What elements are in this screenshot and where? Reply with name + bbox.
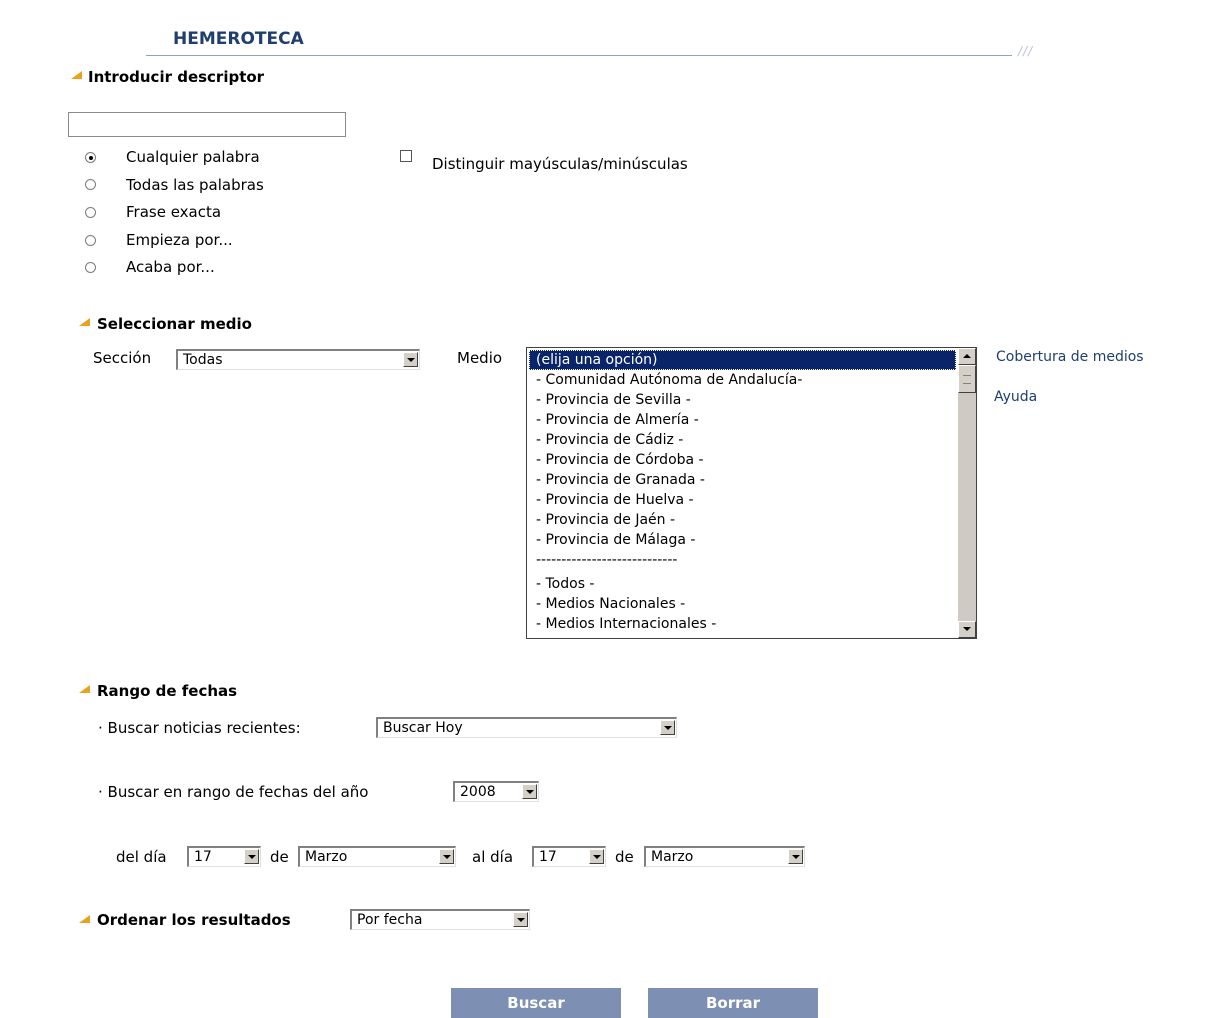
list-item[interactable]: - Medios Internacionales -	[529, 614, 716, 634]
scroll-down-icon[interactable]	[958, 621, 976, 638]
title-divider	[146, 55, 1012, 56]
list-item[interactable]: - Todos -	[529, 574, 595, 594]
radio-cualquier-palabra[interactable]	[85, 152, 96, 163]
chevron-down-icon[interactable]	[403, 352, 418, 367]
recientes-select[interactable]: Buscar Hoy	[376, 717, 677, 738]
hasta-dia-value: 17	[539, 849, 557, 865]
descriptor-heading: Introducir descriptor	[88, 68, 265, 86]
cobertura-de-medios-link[interactable]: Cobertura de medios	[996, 349, 1144, 365]
radio-label: Cualquier palabra	[126, 148, 260, 166]
desde-mes-select[interactable]: Marzo	[298, 846, 456, 867]
orden-select-value: Por fecha	[357, 912, 423, 928]
radio-label: Empieza por...	[126, 231, 233, 249]
desde-mes-value: Marzo	[305, 849, 348, 865]
buscar-button[interactable]: Buscar	[451, 988, 621, 1018]
hasta-mes-select[interactable]: Marzo	[644, 846, 805, 867]
medio-heading: Seleccionar medio	[97, 315, 252, 333]
medio-listbox[interactable]: (elija una opción) - Comunidad Autónoma …	[526, 347, 977, 639]
radio-label: Acaba por...	[126, 258, 215, 276]
chevron-down-icon[interactable]	[522, 784, 537, 799]
list-item[interactable]: - Provincia de Almería -	[529, 410, 699, 430]
recientes-label: · Buscar noticias recientes:	[98, 719, 301, 737]
medio-label: Medio	[457, 349, 503, 367]
list-item[interactable]: - Provincia de Cádiz -	[529, 430, 683, 450]
anio-select[interactable]: 2008	[453, 781, 539, 802]
seccion-select-value: Todas	[183, 352, 223, 368]
list-item[interactable]: - Provincia de Granada -	[529, 470, 705, 490]
case-sensitive-checkbox[interactable]	[400, 150, 412, 162]
section-marker-icon	[71, 71, 82, 79]
chevron-down-icon[interactable]	[513, 912, 528, 927]
de-label: de	[615, 848, 634, 866]
ayuda-link[interactable]: Ayuda	[994, 389, 1037, 405]
seccion-label: Sección	[93, 349, 152, 367]
anio-select-value: 2008	[460, 784, 496, 800]
del-dia-label: del día	[116, 848, 167, 866]
orden-heading: Ordenar los resultados	[97, 911, 291, 929]
section-marker-icon	[79, 685, 90, 693]
chevron-down-icon[interactable]	[244, 849, 259, 864]
section-marker-icon	[79, 915, 90, 923]
hasta-mes-value: Marzo	[651, 849, 694, 865]
case-sensitive-label: Distinguir mayúsculas/minúsculas	[432, 155, 688, 173]
list-item[interactable]: - Provincia de Córdoba -	[529, 450, 704, 470]
desde-dia-value: 17	[194, 849, 212, 865]
de-label: de	[270, 848, 289, 866]
chevron-down-icon[interactable]	[439, 849, 454, 864]
list-item[interactable]: - Provincia de Huelva -	[529, 490, 694, 510]
scroll-up-icon[interactable]	[958, 348, 976, 365]
section-marker-icon	[79, 318, 90, 326]
radio-todas-palabras[interactable]	[85, 179, 96, 190]
borrar-button[interactable]: Borrar	[648, 988, 818, 1018]
radio-label: Frase exacta	[126, 203, 222, 221]
radio-acaba-por[interactable]	[85, 262, 96, 273]
anio-label: · Buscar en rango de fechas del año	[98, 783, 369, 801]
title-slashes-decoration: ///	[1018, 44, 1034, 58]
list-separator: ----------------------------	[536, 552, 678, 568]
orden-select[interactable]: Por fecha	[350, 909, 530, 930]
hasta-dia-select[interactable]: 17	[532, 846, 606, 867]
list-item[interactable]: (elija una opción)	[529, 350, 956, 370]
fechas-heading: Rango de fechas	[97, 682, 238, 700]
chevron-down-icon[interactable]	[788, 849, 803, 864]
list-item[interactable]: - Medios Nacionales -	[529, 594, 685, 614]
list-item[interactable]: - Provincia de Málaga -	[529, 530, 695, 550]
list-item[interactable]: - Provincia de Sevilla -	[529, 390, 691, 410]
seccion-select[interactable]: Todas	[176, 349, 420, 370]
al-dia-label: al día	[472, 848, 514, 866]
page-title: HEMEROTECA	[173, 29, 304, 49]
chevron-down-icon[interactable]	[660, 720, 675, 735]
listbox-scrollbar[interactable]	[958, 348, 976, 638]
radio-label: Todas las palabras	[126, 176, 264, 194]
scroll-thumb[interactable]	[958, 365, 976, 393]
chevron-down-icon[interactable]	[589, 849, 604, 864]
list-item[interactable]: - Comunidad Autónoma de Andalucía-	[529, 370, 802, 390]
radio-frase-exacta[interactable]	[85, 207, 96, 218]
radio-empieza-por[interactable]	[85, 235, 96, 246]
recientes-select-value: Buscar Hoy	[383, 720, 463, 736]
list-item[interactable]: - Provincia de Jaén -	[529, 510, 675, 530]
descriptor-input[interactable]	[68, 112, 346, 137]
desde-dia-select[interactable]: 17	[187, 846, 261, 867]
